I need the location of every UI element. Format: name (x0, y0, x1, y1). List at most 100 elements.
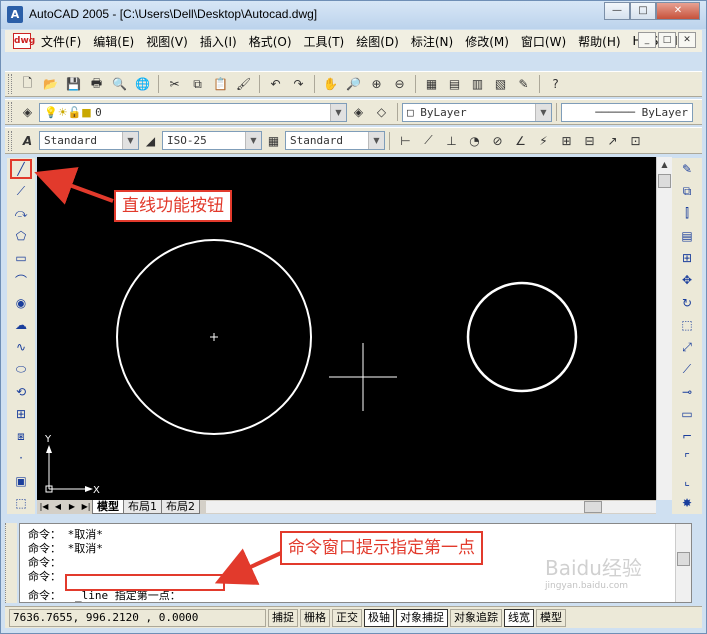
radius-dimension-icon[interactable]: ◔ (464, 131, 485, 151)
text-style-icon[interactable]: A (17, 131, 38, 151)
help-icon[interactable]: ? (545, 74, 566, 94)
canvas-vertical-scrollbar[interactable]: ▲ (656, 157, 672, 500)
minimize-button[interactable]: — (604, 2, 630, 20)
new-icon[interactable]: 🗋 (17, 74, 38, 94)
save-icon[interactable]: 💾 (63, 74, 84, 94)
doc-close-button[interactable]: ✕ (678, 32, 696, 48)
menu-modify[interactable]: 修改(M) (459, 33, 515, 50)
tab-layout1[interactable]: 布局1 (123, 500, 162, 514)
scroll-thumb[interactable] (677, 552, 690, 566)
open-icon[interactable]: 📂 (40, 74, 61, 94)
publish-icon[interactable]: 🌐 (132, 74, 153, 94)
linetype-select[interactable]: ────── ByLayer (561, 102, 693, 122)
menu-help[interactable]: 帮助(H) (572, 33, 626, 50)
autocad-app-icon[interactable]: A (7, 6, 23, 23)
cut-icon[interactable]: ✂ (164, 74, 185, 94)
mirror-icon[interactable]: ⫿ (676, 204, 698, 224)
zoom-previous-icon[interactable]: ⊖ (389, 74, 410, 94)
erase-icon[interactable]: ✎ (676, 159, 698, 179)
copy-icon[interactable]: ⧉ (187, 74, 208, 94)
diameter-dimension-icon[interactable]: ⊘ (487, 131, 508, 151)
rotate-icon[interactable]: ↻ (676, 293, 698, 313)
polygon-icon[interactable]: ⬠ (10, 226, 32, 246)
menu-edit[interactable]: 编辑(E) (87, 33, 140, 50)
table-style-select[interactable]: Standard ▼ (285, 131, 385, 150)
tab-layout2[interactable]: 布局2 (161, 500, 200, 514)
chevron-down-icon[interactable]: ▼ (122, 132, 138, 149)
continue-dimension-icon[interactable]: ⊟ (579, 131, 600, 151)
chevron-down-icon[interactable]: ▼ (368, 132, 384, 149)
scroll-thumb[interactable] (658, 174, 671, 188)
document-icon[interactable]: dwg (13, 33, 35, 49)
design-center-icon[interactable]: ▤ (444, 74, 465, 94)
toolbar-grip[interactable] (8, 102, 12, 122)
menu-window[interactable]: 窗口(W) (515, 33, 572, 50)
ellipse-icon[interactable]: ⬭ (10, 359, 32, 379)
spline-icon[interactable]: ∿ (10, 337, 32, 357)
ellipse-arc-icon[interactable]: ⟲ (10, 382, 32, 402)
scroll-thumb[interactable] (584, 501, 602, 513)
status-toggle-3[interactable]: 极轴 (364, 608, 394, 627)
canvas-horizontal-scrollbar[interactable] (206, 501, 656, 513)
status-toggle-2[interactable]: 正交 (332, 608, 362, 627)
layer-manager-icon[interactable]: ◈ (17, 102, 38, 122)
tab-model[interactable]: 模型 (92, 500, 124, 514)
tool-palettes-icon[interactable]: ▥ (467, 74, 488, 94)
tab-last-icon[interactable]: ▶| (79, 501, 93, 513)
paste-icon[interactable]: 📋 (210, 74, 231, 94)
zoom-window-icon[interactable]: ⊕ (366, 74, 387, 94)
redo-icon[interactable]: ↷ (288, 74, 309, 94)
tab-prev-icon[interactable]: ◀ (51, 501, 65, 513)
pan-icon[interactable]: ✋ (320, 74, 341, 94)
dim-style-select[interactable]: ISO-25 ▼ (162, 131, 262, 150)
color-select[interactable]: □ ByLayer ▼ (402, 102, 552, 122)
preview-icon[interactable]: 🔍 (109, 74, 130, 94)
match-properties-icon[interactable]: 🖌 (233, 74, 254, 94)
fillet-icon[interactable]: ⌞ (676, 471, 698, 491)
status-toggle-5[interactable]: 对象追踪 (450, 608, 502, 627)
menu-insert[interactable]: 插入(I) (194, 33, 243, 50)
chevron-down-icon[interactable]: ▼ (330, 103, 346, 121)
status-toggle-4[interactable]: 对象捕捉 (396, 608, 448, 627)
menu-file[interactable]: 文件(F) (35, 33, 87, 50)
construction-line-icon[interactable]: ⟋ (10, 181, 32, 201)
menu-tools[interactable]: 工具(T) (298, 33, 351, 50)
print-icon[interactable]: 🖶 (86, 74, 107, 94)
menu-format[interactable]: 格式(O) (243, 33, 298, 50)
dimension-style-icon[interactable]: ◢ (140, 131, 161, 151)
menu-draw[interactable]: 绘图(D) (350, 33, 405, 50)
aligned-dimension-icon[interactable]: ⟋ (418, 131, 439, 151)
offset-icon[interactable]: ▤ (676, 226, 698, 246)
copy-object-icon[interactable]: ⧉ (676, 181, 698, 201)
doc-restore-button[interactable]: □ (658, 32, 676, 48)
region-icon[interactable]: ⬚ (10, 493, 32, 513)
move-icon[interactable]: ✥ (676, 270, 698, 290)
doc-minimize-button[interactable]: _ (638, 32, 656, 48)
properties-icon[interactable]: ▦ (421, 74, 442, 94)
explode-icon[interactable]: ✸ (676, 493, 698, 513)
coordinate-readout[interactable]: 7636.7655, 996.2120 , 0.0000 (9, 608, 266, 627)
tab-first-icon[interactable]: |◀ (37, 501, 51, 513)
leader-icon[interactable]: ↗ (602, 131, 623, 151)
toolbar-grip[interactable] (8, 74, 12, 94)
polyline-icon[interactable]: ⤼ (10, 204, 32, 224)
make-object-layer-current-icon[interactable]: ◈ (348, 102, 369, 122)
maximize-button[interactable]: □ (630, 2, 656, 20)
close-button[interactable]: ✕ (656, 2, 700, 20)
scale-icon[interactable]: ⬚ (676, 315, 698, 335)
layer-previous-icon[interactable]: ◇ (371, 102, 392, 122)
tolerance-icon[interactable]: ⊡ (625, 131, 646, 151)
markup-icon[interactable]: ✎ (513, 74, 534, 94)
array-icon[interactable]: ⊞ (676, 248, 698, 268)
table-style-icon[interactable]: ▦ (263, 131, 284, 151)
text-style-select[interactable]: Standard ▼ (39, 131, 139, 150)
circle-icon[interactable]: ◉ (10, 293, 32, 313)
layer-select[interactable]: 💡☀🔓■ 0 ▼ (39, 102, 347, 122)
revcloud-icon[interactable]: ☁ (10, 315, 32, 335)
hatch-icon[interactable]: ▣ (10, 470, 32, 490)
undo-icon[interactable]: ↶ (265, 74, 286, 94)
toolbar-grip[interactable] (8, 130, 12, 151)
insert-block-icon[interactable]: ⊞ (10, 404, 32, 424)
rectangle-icon[interactable]: ▭ (10, 248, 32, 268)
break-icon[interactable]: ▭ (676, 404, 698, 424)
